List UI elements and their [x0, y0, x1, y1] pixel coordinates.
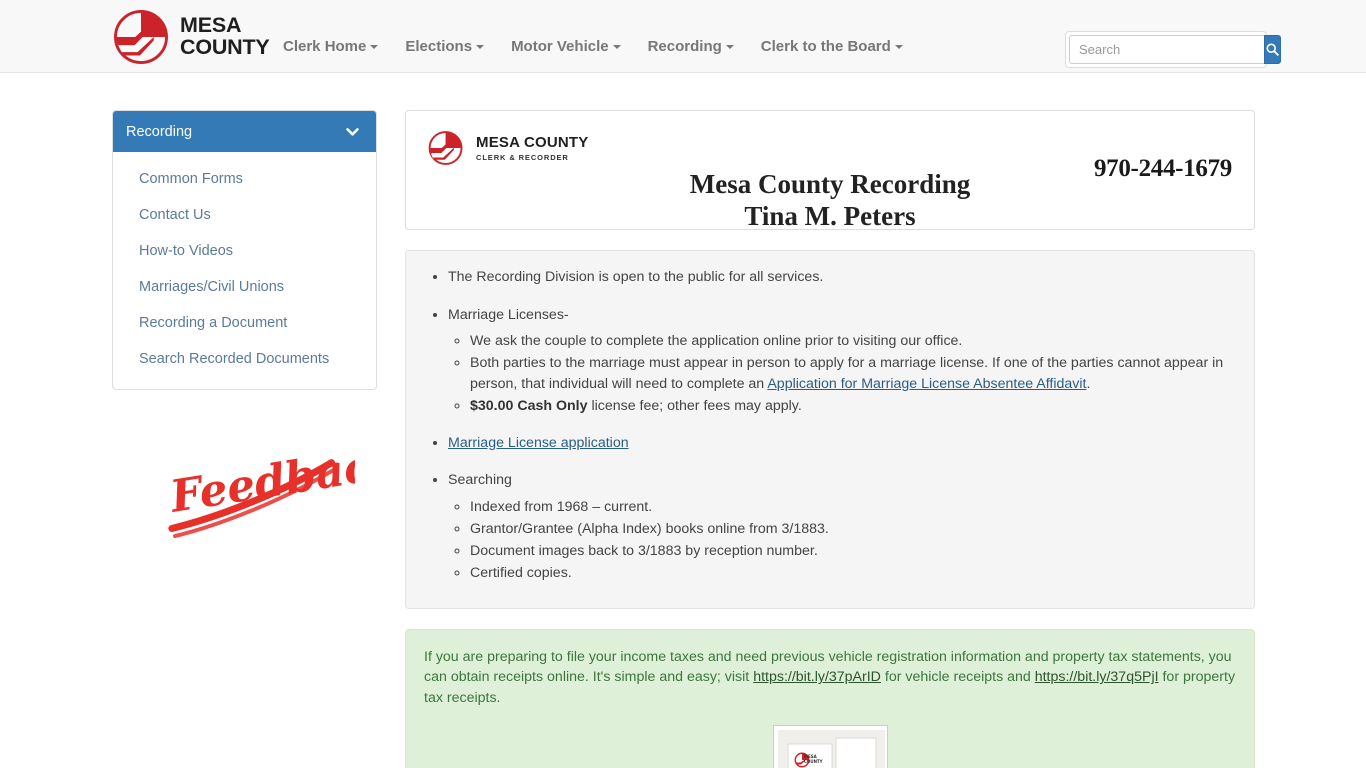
feedback-stamp-icon: Feedback	[165, 436, 404, 539]
sub-bullet-text-tail: .	[1086, 375, 1091, 392]
list-item: $30.00 Cash Only license fee; other fees…	[470, 396, 1234, 416]
nav-label: Motor Vehicle	[511, 38, 609, 55]
search-icon	[1266, 43, 1279, 56]
bullet-text: Marriage Licenses-	[448, 306, 569, 323]
main-content: MESA COUNTY CLERK & RECORDER Mesa County…	[405, 110, 1255, 768]
sub-bullet-text: Grantor/Grantee (Alpha Index) books onli…	[470, 521, 829, 538]
list-item: We ask the couple to complete the applic…	[470, 331, 1234, 351]
sidebar-menu: Common Forms Contact Us How-to Videos Ma…	[113, 152, 376, 389]
site-brand[interactable]: MESA COUNTY	[112, 8, 270, 66]
feedback-label: Feedback	[165, 441, 355, 523]
sidebar-item-label: Recording a Document	[139, 315, 288, 331]
chevron-down-icon	[370, 45, 379, 49]
card-logo-wordmark: MESA COUNTY CLERK & RECORDER	[476, 135, 588, 162]
sub-bullet-text: Document images back to 3/1883 by recept…	[470, 543, 818, 560]
search-button[interactable]	[1264, 35, 1281, 64]
brand-line-2: COUNTY	[180, 35, 270, 59]
nav-item-clerk-to-the-board[interactable]: Clerk to the Board	[761, 38, 917, 55]
sub-bullet-text: Certified copies.	[470, 565, 572, 582]
absentee-affidavit-link[interactable]: Application for Marriage License Absente…	[767, 376, 1086, 392]
notice-text-part-2: for vehicle receipts and	[880, 669, 1035, 686]
sidebar-item-how-to-videos[interactable]: How-to Videos	[113, 233, 376, 269]
list-item: Searching Indexed from 1968 – current. G…	[448, 470, 1234, 583]
nav-item-elections[interactable]: Elections	[405, 38, 498, 55]
nav-item-clerk-home[interactable]: Clerk Home	[283, 38, 392, 55]
sidebar-title: Recording	[126, 123, 193, 140]
list-item: Indexed from 1968 – current.	[470, 497, 1234, 517]
list-item: Marriage License application	[448, 433, 1234, 454]
nav-item-recording[interactable]: Recording	[648, 38, 748, 55]
card-logo-line-2: CLERK & RECORDER	[476, 152, 569, 162]
chevron-down-icon	[476, 45, 485, 49]
sidebar-item-search-recorded-documents[interactable]: Search Recorded Documents	[113, 341, 376, 377]
info-bullet-list: The Recording Division is open to the pu…	[426, 267, 1234, 584]
notice-text: If you are preparing to file your income…	[424, 647, 1236, 709]
marriage-license-application-link[interactable]: Marriage License application	[448, 435, 629, 451]
card-logo-line-1: MESA COUNTY	[476, 133, 589, 151]
mesa-county-clerk-recorder-logo-icon	[428, 131, 463, 165]
recording-info-panel: The Recording Division is open to the pu…	[405, 250, 1255, 609]
info-sub-list: Indexed from 1968 – current. Grantor/Gra…	[448, 497, 1234, 584]
list-item: Both parties to the marriage must appear…	[470, 353, 1234, 393]
search-input[interactable]	[1069, 35, 1264, 64]
sidebar-item-label: Common Forms	[139, 171, 243, 187]
title-card: MESA COUNTY CLERK & RECORDER Mesa County…	[405, 110, 1255, 231]
chevron-down-icon	[346, 128, 359, 136]
nav-label: Elections	[405, 38, 473, 55]
tax-receipts-notice: If you are preparing to file your income…	[405, 628, 1255, 768]
sidebar-item-label: Contact Us	[139, 207, 211, 223]
page-title-line-2: Tina M. Peters	[744, 200, 916, 231]
bullet-text: The Recording Division is open to the pu…	[448, 269, 824, 285]
feedback-button[interactable]: Feedback	[155, 436, 404, 541]
property-tax-receipts-link[interactable]: https://bit.ly/37q5PjI	[1035, 669, 1159, 685]
list-item: Marriage Licenses- We ask the couple to …	[448, 305, 1234, 416]
list-item: The Recording Division is open to the pu…	[448, 267, 1234, 288]
sub-bullet-text: We ask the couple to complete the applic…	[470, 333, 963, 350]
sub-bullet-text: license fee; other fees may apply.	[587, 397, 802, 414]
visit-us-online-flyer-image: MESA COUNTY Visit us Online www.mesacoun…	[777, 730, 885, 768]
sidebar-item-marriages-civil-unions[interactable]: Marriages/Civil Unions	[113, 269, 376, 305]
sidebar-item-label: Marriages/Civil Unions	[139, 279, 285, 295]
sidebar-header-recording[interactable]: Recording	[113, 111, 376, 152]
bullet-text: Searching	[448, 472, 512, 489]
chevron-down-icon	[725, 45, 734, 49]
visit-us-online-flyer[interactable]: MESA COUNTY Visit us Online www.mesacoun…	[772, 725, 888, 768]
main-navigation[interactable]: Clerk Home Elections Motor Vehicle Recor…	[283, 38, 917, 55]
nav-label: Clerk to the Board	[760, 38, 891, 55]
sidebar: Recording Common Forms Contact Us How-to…	[112, 110, 377, 390]
nav-label: Recording	[647, 38, 722, 55]
info-sub-list: We ask the couple to complete the applic…	[448, 331, 1234, 416]
sidebar-item-label: Search Recorded Documents	[139, 351, 330, 367]
nav-label: Clerk Home	[283, 38, 367, 55]
chevron-down-icon	[612, 45, 621, 49]
site-header: MESA COUNTY Clerk Home Elections Motor V…	[0, 0, 1366, 73]
office-phone-number: 970-244-1679	[1093, 155, 1232, 182]
card-logo: MESA COUNTY CLERK & RECORDER	[424, 129, 588, 167]
list-item: Grantor/Grantee (Alpha Index) books onli…	[470, 519, 1234, 539]
mesa-county-logo-icon	[114, 10, 168, 64]
brand-line-1: MESA	[180, 13, 242, 38]
sidebar-item-common-forms[interactable]: Common Forms	[113, 161, 376, 197]
chevron-down-icon	[894, 45, 903, 49]
sidebar-item-label: How-to Videos	[139, 243, 234, 259]
list-item: Certified copies.	[470, 563, 1234, 583]
search-form[interactable]	[1065, 31, 1281, 68]
brand-wordmark: MESA COUNTY	[180, 13, 270, 59]
svg-text:COUNTY: COUNTY	[804, 759, 823, 764]
nav-item-motor-vehicle[interactable]: Motor Vehicle	[511, 38, 635, 55]
vehicle-receipts-link[interactable]: https://bit.ly/37pArID	[753, 669, 881, 685]
sub-bullet-text: Indexed from 1968 – current.	[470, 499, 653, 515]
sidebar-item-recording-a-document[interactable]: Recording a Document	[113, 305, 376, 341]
sidebar-item-contact-us[interactable]: Contact Us	[113, 197, 376, 233]
page-body: Recording Common Forms Contact Us How-to…	[0, 73, 1366, 768]
license-fee-amount: $30.00 Cash Only	[470, 397, 588, 414]
list-item: Document images back to 3/1883 by recept…	[470, 541, 1234, 561]
